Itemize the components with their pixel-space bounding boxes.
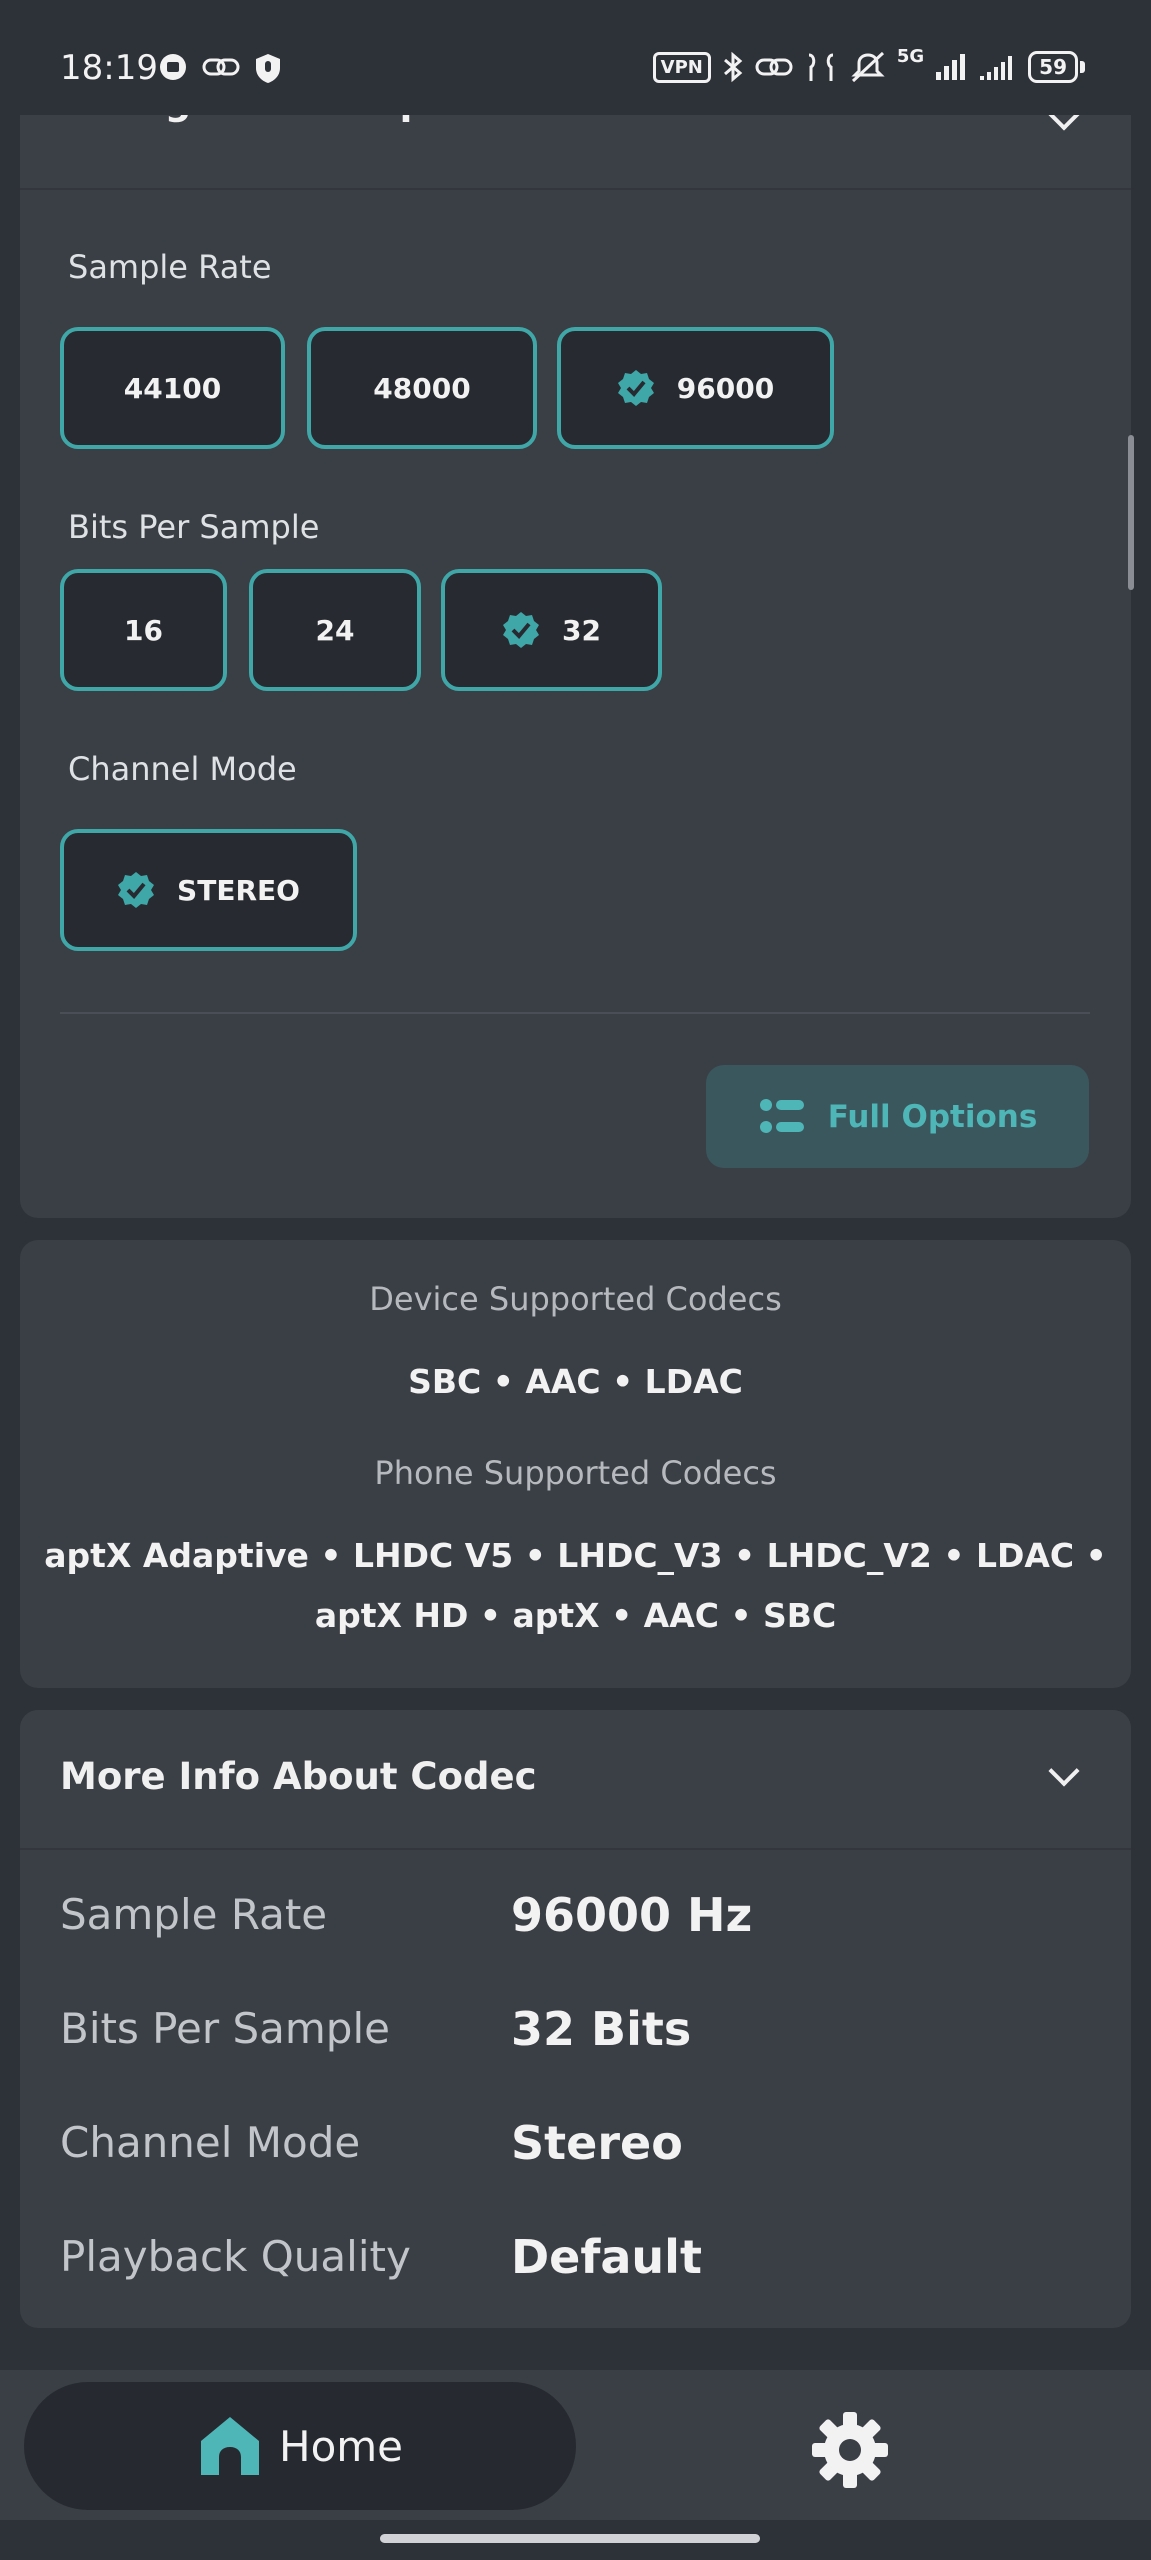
info-row-playback-quality: Playback Quality Default [60, 2230, 1100, 2292]
sample-rate-label: Sample Rate [68, 248, 272, 286]
battery-icon: 59 [1028, 51, 1085, 83]
mute-icon [851, 51, 885, 83]
info-row-bits-per-sample: Bits Per Sample 32 Bits [60, 2002, 1100, 2064]
more-info-title: More Info About Codec [60, 1755, 537, 1798]
link-icon [755, 58, 793, 76]
nav-home-label: Home [278, 2421, 404, 2471]
info-row-sample-rate: Sample Rate 96000 Hz [60, 1888, 1100, 1950]
status-icons-right: VPN 5G 59 [652, 46, 1085, 84]
home-indicator[interactable] [380, 2534, 760, 2543]
verified-check-icon [118, 872, 155, 908]
option-label: 24 [315, 613, 355, 647]
info-key: Channel Mode [60, 2118, 361, 2167]
device-codecs-label: Device Supported Codecs [369, 1280, 782, 1318]
more-info-card: More Info About Codec Sample Rate 96000 … [20, 1710, 1131, 2328]
codec-options-card: Change Codec Options Sample Rate 44100 4… [20, 90, 1131, 1218]
screen: 18:19 VPN 5G 59 Change Codec Options [0, 0, 1151, 2560]
sample-rate-48000-button[interactable]: 48000 [307, 327, 537, 449]
status-bar: 18:19 VPN 5G 59 [0, 0, 1151, 115]
shield-mic-icon [256, 54, 280, 83]
signal-icon [936, 54, 966, 80]
phone-codecs-list-line2: aptX HD • aptX • AAC • SBC [314, 1596, 837, 1635]
info-row-channel-mode: Channel Mode Stereo [60, 2116, 1100, 2178]
option-label: 48000 [373, 371, 471, 405]
link-icon [202, 58, 240, 76]
divider [60, 1012, 1090, 1014]
nav-home-button[interactable]: Home [24, 2382, 576, 2510]
earbuds-icon [808, 53, 834, 81]
full-options-button[interactable]: Full Options [706, 1065, 1089, 1168]
gear-icon[interactable] [810, 2410, 890, 2490]
info-value: Stereo [511, 2116, 683, 2170]
more-info-header[interactable]: More Info About Codec [20, 1710, 1131, 1850]
verified-check-icon [617, 370, 654, 406]
info-key: Sample Rate [60, 1890, 328, 1939]
option-label: 44100 [123, 371, 222, 405]
sample-rate-96000-button[interactable]: 96000 [557, 327, 834, 449]
bits-24-button[interactable]: 24 [249, 569, 421, 691]
scrollbar[interactable] [1128, 435, 1134, 590]
notification-icon [160, 54, 186, 80]
chevron-down-icon[interactable] [1048, 1755, 1080, 1787]
option-label: 32 [562, 613, 601, 647]
channel-mode-label: Channel Mode [68, 750, 297, 788]
info-value: Default [511, 2230, 702, 2284]
option-label: 96000 [676, 371, 775, 405]
status-time: 18:19 [60, 48, 158, 88]
phone-codecs-label: Phone Supported Codecs [374, 1454, 777, 1492]
sample-rate-44100-button[interactable]: 44100 [60, 327, 285, 449]
full-options-label: Full Options [827, 1098, 1038, 1135]
supported-codecs-card: Device Supported Codecs SBC • AAC • LDAC… [20, 1240, 1131, 1688]
bottom-nav: Home [0, 2370, 1151, 2520]
network-type: 5G [896, 46, 925, 67]
vpn-icon: VPN [652, 51, 711, 83]
bits-16-button[interactable]: 16 [60, 569, 227, 691]
info-value: 96000 Hz [511, 1888, 753, 1942]
info-key: Bits Per Sample [60, 2004, 390, 2053]
bits-32-button[interactable]: 32 [441, 569, 662, 691]
option-label: 16 [124, 613, 163, 647]
phone-codecs-list-line1: aptX Adaptive • LHDC V5 • LHDC_V3 • LHDC… [44, 1536, 1107, 1575]
list-options-icon [759, 1098, 804, 1133]
info-key: Playback Quality [60, 2232, 411, 2281]
bluetooth-icon [723, 51, 743, 83]
signal-icon [980, 56, 1013, 80]
channel-stereo-button[interactable]: STEREO [60, 829, 357, 951]
verified-check-icon [503, 612, 540, 648]
option-label: STEREO [177, 873, 300, 907]
status-icons-left [158, 52, 282, 84]
info-value: 32 Bits [511, 2002, 692, 2056]
home-icon [200, 2417, 259, 2475]
battery-level: 59 [1028, 51, 1078, 83]
bits-per-sample-label: Bits Per Sample [68, 508, 320, 546]
device-codecs-list: SBC • AAC • LDAC [408, 1362, 743, 1401]
